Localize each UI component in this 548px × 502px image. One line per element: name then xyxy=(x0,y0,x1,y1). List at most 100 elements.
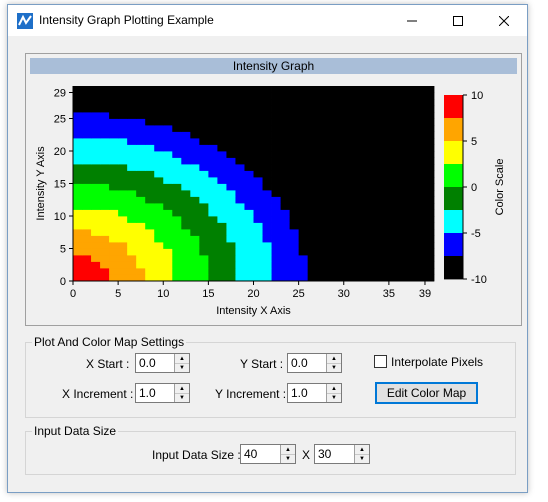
heatmap-cell xyxy=(325,92,336,100)
y-start-input[interactable]: 0.0 ▲ ▼ xyxy=(287,353,342,373)
heatmap-cell xyxy=(388,196,399,204)
heatmap-cell xyxy=(361,222,372,230)
heatmap-cell xyxy=(154,248,164,256)
data-height-spinner[interactable]: ▲ ▼ xyxy=(354,445,369,463)
heatmap-cell xyxy=(91,235,101,243)
heatmap-cell xyxy=(316,190,327,197)
spin-down-icon[interactable]: ▼ xyxy=(355,454,369,463)
spin-down-icon[interactable]: ▼ xyxy=(175,363,189,372)
x-increment-spinner[interactable]: ▲ ▼ xyxy=(174,384,189,402)
heatmap-cell xyxy=(262,170,272,178)
x-start-spinner[interactable]: ▲ ▼ xyxy=(174,354,189,372)
x-increment-input[interactable]: 1.0 ▲ ▼ xyxy=(135,383,190,403)
heatmap-cell xyxy=(190,216,200,223)
heatmap-cell xyxy=(289,216,300,223)
heatmap-cell xyxy=(280,261,291,269)
heatmap-cell xyxy=(289,229,300,236)
heatmap-cell xyxy=(154,274,164,282)
heatmap-cell xyxy=(424,242,435,249)
heatmap-cell xyxy=(370,164,381,171)
heatmap-cell xyxy=(109,235,119,243)
heatmap-cell xyxy=(307,118,318,126)
heatmap-cell xyxy=(271,190,281,197)
data-height-input[interactable]: 30 ▲ ▼ xyxy=(314,444,370,464)
heatmap-cell xyxy=(388,92,399,100)
heatmap-cell xyxy=(415,86,426,93)
heatmap-cell xyxy=(91,112,101,119)
heatmap-cell xyxy=(352,157,363,165)
heatmap-cell xyxy=(199,255,209,262)
heatmap-cell xyxy=(136,203,146,210)
heatmap-cell xyxy=(127,105,137,113)
heatmap-cell xyxy=(172,222,182,230)
heatmap-cell xyxy=(397,138,408,145)
heatmap-cell xyxy=(271,170,281,178)
y-start-spinner[interactable]: ▲ ▼ xyxy=(326,354,341,372)
heatmap-cell xyxy=(415,209,426,217)
heatmap-cell xyxy=(271,164,281,171)
heatmap-cell xyxy=(379,261,390,269)
heatmap-cell xyxy=(190,105,200,113)
heatmap-cell xyxy=(172,255,182,262)
heatmap-cell xyxy=(298,216,309,223)
heatmap-cell xyxy=(100,138,110,145)
edit-color-map-button[interactable]: Edit Color Map xyxy=(375,382,478,404)
heatmap-cell xyxy=(262,222,272,230)
heatmap-cell xyxy=(244,248,254,256)
heatmap-cell xyxy=(253,274,263,282)
heatmap-cell xyxy=(253,268,263,275)
heatmap-cell xyxy=(235,203,245,210)
heatmap-cell xyxy=(109,242,119,249)
heatmap-cell xyxy=(424,144,435,152)
spin-down-icon[interactable]: ▼ xyxy=(327,363,341,372)
heatmap-cell xyxy=(298,177,309,184)
heatmap-cell xyxy=(280,138,291,145)
heatmap-cell xyxy=(154,203,164,210)
heatmap-cell xyxy=(244,92,254,100)
heatmap-cell xyxy=(73,125,83,132)
heatmap-cell xyxy=(208,255,218,262)
heatmap-cell xyxy=(136,209,146,217)
heatmap-cell xyxy=(352,92,363,100)
y-increment-input[interactable]: 1.0 ▲ ▼ xyxy=(287,383,342,403)
heatmap-cell xyxy=(109,248,119,256)
heatmap-cell xyxy=(145,164,155,171)
heatmap-cell xyxy=(271,86,281,93)
x-start-input[interactable]: 0.0 ▲ ▼ xyxy=(135,353,190,373)
heatmap-cell xyxy=(334,268,345,275)
heatmap-cell xyxy=(379,86,390,93)
heatmap-cell xyxy=(406,92,417,100)
heatmap-cell xyxy=(298,235,309,243)
heatmap-cell xyxy=(379,170,390,178)
spin-down-icon[interactable]: ▼ xyxy=(281,454,295,463)
spin-down-icon[interactable]: ▼ xyxy=(175,393,189,402)
heatmap-cell xyxy=(352,216,363,223)
heatmap-cell xyxy=(208,222,218,230)
heatmap-cell xyxy=(271,138,281,145)
heatmap-cell xyxy=(145,261,155,269)
heatmap-cell xyxy=(379,242,390,249)
heatmap-cell xyxy=(145,216,155,223)
heatmap-cell xyxy=(127,164,137,171)
heatmap-cell xyxy=(343,112,354,119)
heatmap-cell xyxy=(100,190,110,197)
spin-down-icon[interactable]: ▼ xyxy=(327,393,341,402)
y-increment-spinner[interactable]: ▲ ▼ xyxy=(326,384,341,402)
heatmap-cell xyxy=(163,209,173,217)
heatmap-cell xyxy=(316,86,327,93)
heatmap-cell xyxy=(316,131,327,139)
interpolate-pixels-checkbox[interactable] xyxy=(374,355,387,368)
heatmap-cell xyxy=(280,222,291,230)
heatmap-cell xyxy=(307,112,318,119)
intensity-graph[interactable]: 0 5 10 15 20 25 30 35 39 0 5 10 15 20 25 29 Intensity X … xyxy=(0,0,548,330)
heatmap-cell xyxy=(217,229,227,236)
heatmap-cell xyxy=(82,235,92,243)
data-width-spinner[interactable]: ▲ ▼ xyxy=(280,445,295,463)
heatmap-cell xyxy=(352,144,363,152)
interpolate-pixels-label[interactable]: Interpolate Pixels xyxy=(391,355,483,369)
heatmap-cell xyxy=(172,203,182,210)
heatmap-cell xyxy=(271,242,281,249)
data-width-input[interactable]: 40 ▲ ▼ xyxy=(240,444,296,464)
heatmap-cell xyxy=(253,92,263,100)
color-scale-segment xyxy=(444,118,463,142)
